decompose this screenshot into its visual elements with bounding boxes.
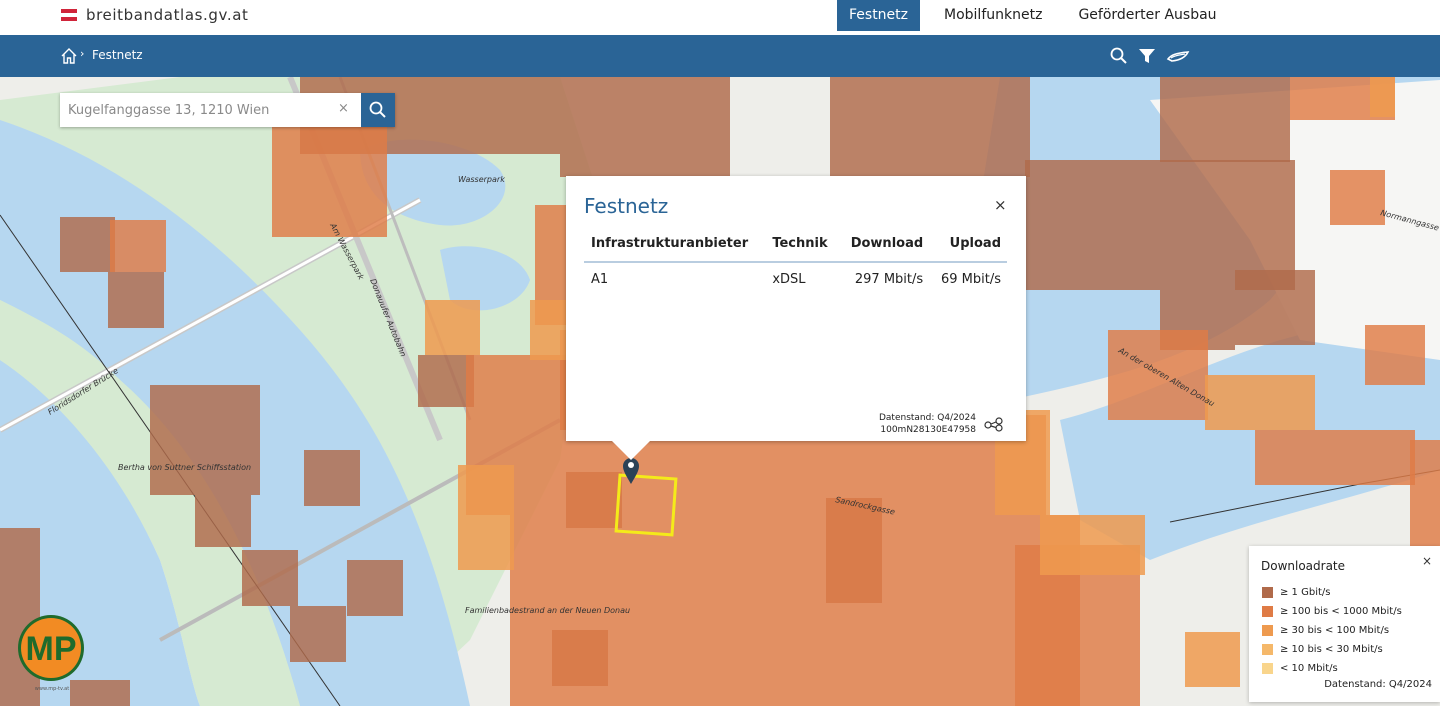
search-icon[interactable] [1109, 46, 1129, 66]
table-row: A1 xDSL 297 Mbit/s 69 Mbit/s [584, 262, 1007, 295]
info-popup: Festnetz × Infrastrukturanbieter Technik… [566, 176, 1026, 441]
search-icon [369, 101, 386, 118]
breadcrumb-chevron-icon: › [80, 47, 85, 60]
column-header-provider: Infrastrukturanbieter [584, 228, 766, 263]
column-header-download: Download [838, 228, 930, 263]
legend-label: ≥ 100 bis < 1000 Mbit/s [1280, 606, 1402, 617]
popup-data-status: Datenstand: Q4/2024 100mN28130E47958 [866, 412, 976, 436]
label-wasserpark: Wasserpark [458, 175, 505, 184]
legend-swatch [1262, 606, 1273, 617]
top-bar: breitbandatlas.gv.at Festnetz Mobilfunkn… [0, 0, 1440, 35]
nav-gefoerderter-ausbau[interactable]: Geförderter Ausbau [1066, 0, 1228, 31]
nav-mobilfunknetz[interactable]: Mobilfunknetz [932, 0, 1054, 31]
legend-label: ≥ 1 Gbit/s [1280, 587, 1331, 598]
legend-swatch [1262, 644, 1273, 655]
main-nav: Festnetz Mobilfunknetz Geförderter Ausba… [837, 0, 1241, 31]
legend-label: < 10 Mbit/s [1280, 663, 1338, 674]
close-legend-icon[interactable]: × [1422, 554, 1432, 568]
logo-caption: www.mp-tv.at [35, 686, 69, 692]
austria-flag-icon [61, 9, 77, 21]
share-icon[interactable] [984, 416, 1004, 432]
legend-swatch [1262, 625, 1273, 636]
legend-swatch [1262, 663, 1273, 674]
search-input[interactable] [60, 93, 360, 127]
layers-icon[interactable] [1166, 46, 1190, 66]
site-title[interactable]: breitbandatlas.gv.at [86, 6, 248, 24]
legend-title: Downloadrate [1261, 559, 1346, 573]
legend-item: ≥ 1 Gbit/s [1262, 583, 1402, 602]
filter-icon[interactable] [1137, 46, 1157, 66]
legend-date: Datenstand: Q4/2024 [1324, 679, 1432, 690]
popup-stand-text: Datenstand: Q4/2024 [878, 413, 976, 423]
nav-festnetz[interactable]: Festnetz [837, 0, 921, 31]
home-icon[interactable] [60, 47, 78, 65]
legend-swatch [1262, 587, 1273, 598]
popup-title: Festnetz [584, 194, 669, 218]
logo-text: MP [26, 630, 77, 668]
label-schiffsstation: Bertha von Suttner Schiffsstation [118, 463, 251, 472]
legend-label: ≥ 30 bis < 100 Mbit/s [1280, 625, 1390, 636]
breadcrumb-bar: › Festnetz [0, 35, 1440, 77]
address-search: × [60, 93, 395, 127]
close-popup-icon[interactable]: × [994, 196, 1007, 214]
upload-cell: 69 Mbit/s [940, 272, 1001, 287]
label-familienbad: Familienbadestrand an der Neuen Donau [465, 606, 630, 615]
provider-table: Infrastrukturanbieter Technik Download U… [584, 228, 1007, 295]
breadcrumb: Festnetz [92, 48, 143, 62]
legend-item: ≥ 10 bis < 30 Mbit/s [1262, 640, 1402, 659]
column-header-technik: Technik [765, 228, 839, 263]
popup-pointer [611, 440, 651, 460]
download-cell: 297 Mbit/s [854, 272, 924, 287]
legend-item: ≥ 30 bis < 100 Mbit/s [1262, 621, 1402, 640]
legend-list: ≥ 1 Gbit/s ≥ 100 bis < 1000 Mbit/s ≥ 30 … [1262, 583, 1402, 678]
technik-cell: xDSL [772, 272, 806, 287]
search-button[interactable] [361, 93, 395, 127]
clear-search-icon[interactable]: × [338, 101, 349, 116]
popup-cell-id: 100mN28130E47958 [880, 425, 976, 435]
legend-item: < 10 Mbit/s [1262, 659, 1402, 678]
provider-cell: A1 [591, 272, 609, 287]
legend-panel: Downloadrate × ≥ 1 Gbit/s ≥ 100 bis < 10… [1249, 546, 1440, 702]
mp-logo: MP www.mp-tv.at [18, 615, 84, 692]
column-header-upload: Upload [929, 228, 1007, 263]
legend-item: ≥ 100 bis < 1000 Mbit/s [1262, 602, 1402, 621]
legend-label: ≥ 10 bis < 30 Mbit/s [1280, 644, 1383, 655]
